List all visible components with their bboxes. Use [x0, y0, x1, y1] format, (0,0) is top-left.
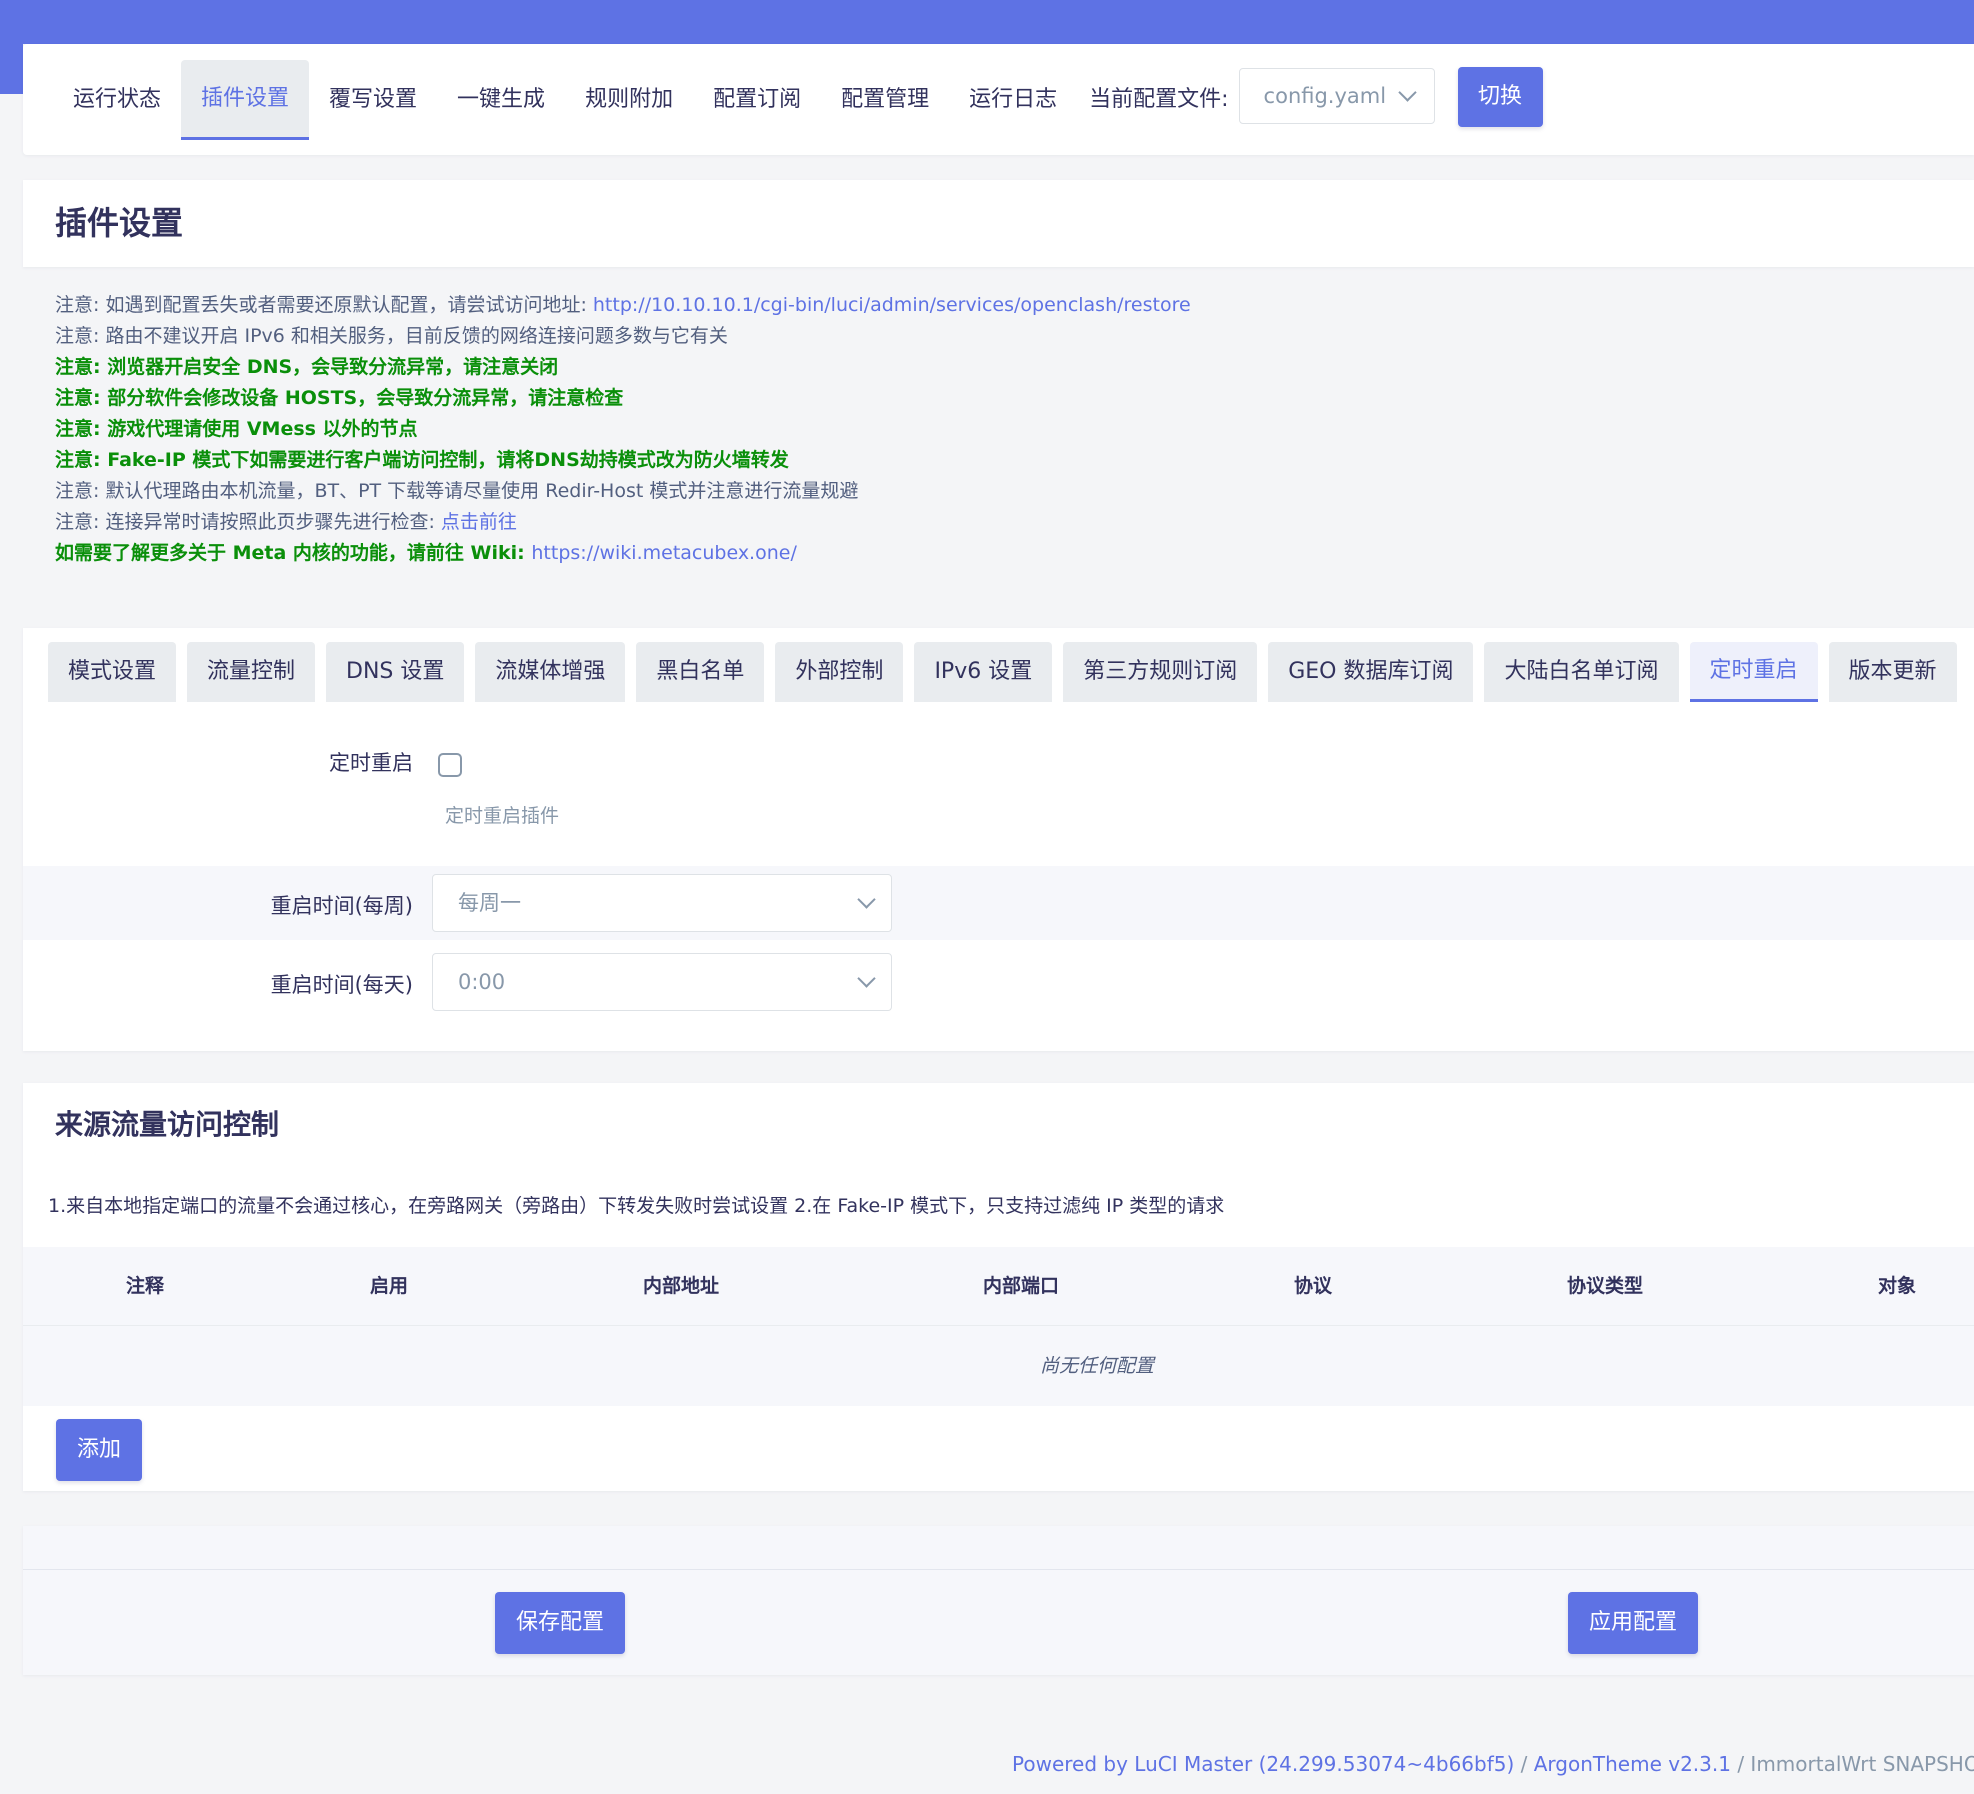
- notice-text: 注意: 连接异常时请按照此页步骤先进行检查:: [55, 511, 441, 533]
- restart-enable-checkbox[interactable]: [438, 753, 462, 777]
- column-header-internal-port: 内部端口: [982, 1275, 1060, 1297]
- meta-wiki-link[interactable]: https://wiki.metacubex.one/: [531, 542, 796, 564]
- acl-empty-text: 尚无任何配置: [1039, 1355, 1155, 1377]
- nav-tab-one-click-generate[interactable]: 一键生成: [437, 60, 565, 140]
- notice-text: 注意: 游戏代理请使用 VMess 以外的节点: [55, 418, 418, 440]
- apply-config-button[interactable]: 应用配置: [1568, 1592, 1698, 1654]
- save-config-button[interactable]: 保存配置: [495, 1592, 625, 1654]
- notice-text: 注意: 部分软件会修改设备 HOSTS，会导致分流异常，请注意检查: [55, 387, 624, 409]
- nav-tab-rule-append[interactable]: 规则附加: [565, 60, 693, 140]
- form-actions: 保存配置 应用配置: [23, 1526, 1974, 1675]
- divider: [23, 1569, 1974, 1570]
- acl-description: 1.来自本地指定端口的流量不会通过核心，在旁路网关（旁路由）下转发失败时尝试设置…: [48, 1195, 1225, 1217]
- nav-tab-config-manage[interactable]: 配置管理: [821, 60, 949, 140]
- notice-list: 注意: 如遇到配置丢失或者需要还原默认配置，请尝试访问地址: http://10…: [55, 290, 1955, 569]
- notice-restore: 注意: 如遇到配置丢失或者需要还原默认配置，请尝试访问地址: http://10…: [55, 290, 1955, 321]
- restart-weekly-label: 重启时间(每周): [270, 894, 413, 918]
- tab-geo-database[interactable]: GEO 数据库订阅: [1268, 642, 1474, 702]
- column-header-enabled: 启用: [369, 1275, 409, 1297]
- restart-daily-value: 0:00: [458, 970, 506, 994]
- notice-text: 注意: 浏览器开启安全 DNS，会导致分流异常，请注意关闭: [55, 356, 559, 378]
- page-title: 插件设置: [55, 204, 184, 242]
- tab-mainland-whitelist[interactable]: 大陆白名单订阅: [1484, 642, 1679, 702]
- chevron-down-icon: [857, 969, 876, 988]
- notice-game-proxy: 注意: 游戏代理请使用 VMess 以外的节点: [55, 414, 1955, 445]
- restart-enable-row: 定时重启 定时重启插件: [23, 713, 1974, 839]
- column-header-internal-address: 内部地址: [642, 1275, 720, 1297]
- tab-ipv6-settings[interactable]: IPv6 设置: [914, 642, 1053, 702]
- luci-link[interactable]: Powered by LuCI Master (24.299.53074~4b6…: [1012, 1752, 1514, 1776]
- column-header-comment: 注释: [125, 1275, 165, 1297]
- notice-default-proxy: 注意: 默认代理路由本机流量，BT、PT 下载等请尽量使用 Redir-Host…: [55, 476, 1955, 507]
- acl-empty-row: 尚无任何配置: [23, 1326, 1974, 1406]
- notice-fake-ip: 注意: Fake-IP 模式下如需要进行客户端访问控制，请将DNS劫持模式改为防…: [55, 445, 1955, 476]
- page-title-card: 插件设置: [23, 180, 1974, 267]
- restart-daily-select[interactable]: 0:00: [432, 953, 892, 1011]
- tab-black-white-list[interactable]: 黑白名单: [636, 642, 765, 702]
- main-nav: 运行状态 插件设置 覆写设置 一键生成 规则附加 配置订阅 配置管理 运行日志 …: [23, 44, 1974, 155]
- restart-weekly-value: 每周一: [458, 891, 521, 915]
- notice-text: 注意: 如遇到配置丢失或者需要还原默认配置，请尝试访问地址:: [55, 294, 593, 316]
- acl-section: 来源流量访问控制 1.来自本地指定端口的流量不会通过核心，在旁路网关（旁路由）下…: [23, 1083, 1974, 1491]
- tab-mode-settings[interactable]: 模式设置: [48, 642, 177, 702]
- nav-tabs: 运行状态 插件设置 覆写设置 一键生成 规则附加 配置订阅 配置管理 运行日志 …: [53, 60, 1543, 140]
- footer: Powered by LuCI Master (24.299.53074~4b6…: [1012, 1752, 1974, 1776]
- column-header-target: 对象: [1877, 1275, 1917, 1297]
- restart-weekly-row: 重启时间(每周) 每周一: [23, 866, 1974, 940]
- notice-meta-wiki: 如需要了解更多关于 Meta 内核的功能，请前往 Wiki: https://w…: [55, 538, 1955, 569]
- tab-dns-settings[interactable]: DNS 设置: [326, 642, 465, 702]
- argon-theme-link[interactable]: ArgonTheme v2.3.1: [1534, 1752, 1731, 1776]
- check-steps-link[interactable]: 点击前往: [441, 511, 517, 533]
- chevron-down-icon: [1397, 83, 1417, 102]
- footer-separator: /: [1730, 1752, 1751, 1776]
- settings-section: 模式设置 流量控制 DNS 设置 流媒体增强 黑白名单 外部控制 IPv6 设置…: [23, 628, 1974, 1051]
- chevron-down-icon: [857, 890, 876, 909]
- tab-third-party-rules[interactable]: 第三方规则订阅: [1063, 642, 1258, 702]
- tab-streaming[interactable]: 流媒体增强: [475, 642, 626, 702]
- restart-weekly-select[interactable]: 每周一: [432, 874, 892, 932]
- nav-tab-run-log[interactable]: 运行日志: [949, 60, 1077, 140]
- tab-traffic-control[interactable]: 流量控制: [187, 642, 316, 702]
- notice-text: 如需要了解更多关于 Meta 内核的功能，请前往 Wiki:: [55, 542, 532, 564]
- top-accent-bar-edge: [0, 44, 23, 94]
- column-header-protocol: 协议: [1293, 1275, 1333, 1297]
- notice-connection-check: 注意: 连接异常时请按照此页步骤先进行检查: 点击前往: [55, 507, 1955, 538]
- restore-link[interactable]: http://10.10.10.1/cgi-bin/luci/admin/ser…: [593, 294, 1191, 316]
- restart-enable-label: 定时重启: [329, 751, 413, 775]
- restart-daily-label: 重启时间(每天): [270, 973, 413, 997]
- nav-tab-config-subscribe[interactable]: 配置订阅: [693, 60, 821, 140]
- notice-secure-dns: 注意: 浏览器开启安全 DNS，会导致分流异常，请注意关闭: [55, 352, 1955, 383]
- restart-enable-help: 定时重启插件: [445, 805, 560, 827]
- settings-tabs: 模式设置 流量控制 DNS 设置 流媒体增强 黑白名单 外部控制 IPv6 设置…: [48, 642, 1957, 702]
- acl-table-header: 注释 启用 内部地址 内部端口 协议 协议类型 对象: [23, 1247, 1974, 1326]
- column-header-protocol-type: 协议类型: [1566, 1275, 1644, 1297]
- config-file-value: config.yaml: [1263, 84, 1387, 108]
- current-config-label: 当前配置文件:: [1089, 87, 1229, 112]
- tab-scheduled-restart[interactable]: 定时重启: [1689, 642, 1818, 702]
- notice-text: 注意: 默认代理路由本机流量，BT、PT 下载等请尽量使用 Redir-Host…: [55, 480, 859, 502]
- footer-separator: /: [1514, 1752, 1534, 1776]
- top-accent-bar: [0, 0, 1974, 44]
- add-rule-button[interactable]: 添加: [56, 1419, 142, 1481]
- tab-external-control[interactable]: 外部控制: [775, 642, 904, 702]
- nav-tab-overwrite-settings[interactable]: 覆写设置: [309, 60, 437, 140]
- acl-title: 来源流量访问控制: [55, 1108, 280, 1141]
- tab-version-update[interactable]: 版本更新: [1828, 642, 1957, 702]
- notice-ipv6: 注意: 路由不建议开启 IPv6 和相关服务，目前反馈的网络连接问题多数与它有关: [55, 321, 1955, 352]
- config-file-select[interactable]: config.yaml: [1238, 68, 1435, 124]
- notice-text: 注意: Fake-IP 模式下如需要进行客户端访问控制，请将DNS劫持模式改为防…: [55, 449, 789, 471]
- nav-tab-status[interactable]: 运行状态: [53, 60, 181, 140]
- nav-tab-plugin-settings[interactable]: 插件设置: [181, 60, 310, 140]
- restart-daily-row: 重启时间(每天) 0:00: [23, 940, 1974, 1022]
- switch-config-button[interactable]: 切换: [1457, 67, 1543, 127]
- build-version: ImmortalWrt SNAPSHOT: [1750, 1752, 1974, 1776]
- notice-text: 注意: 路由不建议开启 IPv6 和相关服务，目前反馈的网络连接问题多数与它有关: [55, 325, 728, 347]
- notice-hosts: 注意: 部分软件会修改设备 HOSTS，会导致分流异常，请注意检查: [55, 383, 1955, 414]
